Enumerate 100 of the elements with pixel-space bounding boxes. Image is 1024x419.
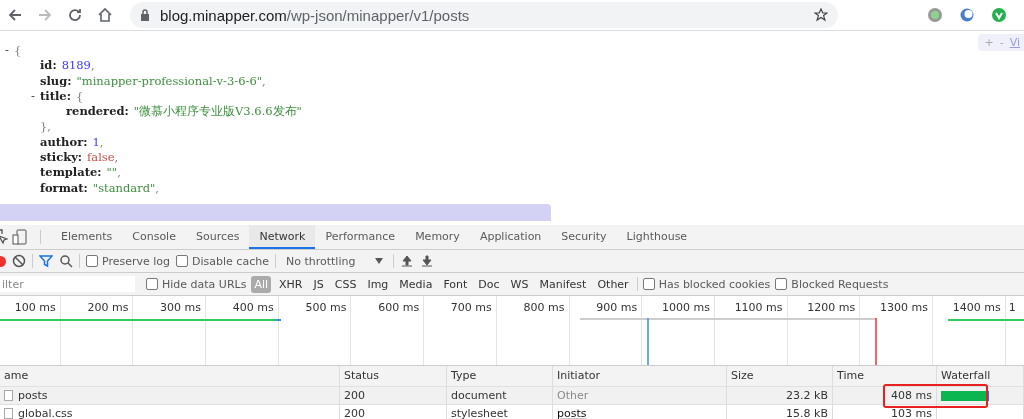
column-header[interactable]: Waterfall xyxy=(937,366,1024,386)
checkbox[interactable] xyxy=(775,278,788,290)
json-value: 8189 xyxy=(61,58,91,74)
table-cell: stylesheet xyxy=(447,405,553,419)
devtools-tab[interactable]: Console xyxy=(122,225,186,249)
type-filter-button[interactable]: Font xyxy=(440,275,471,293)
time-tick-label: 600 ms xyxy=(351,296,425,365)
type-filter-button[interactable]: Manifest xyxy=(536,275,590,293)
address-bar[interactable]: blog.minapper.com/wp-json/minapper/v1/posts xyxy=(130,2,838,28)
hide-data-urls-checkbox[interactable]: Hide data URLs xyxy=(146,277,247,291)
reload-icon[interactable] xyxy=(67,7,83,23)
column-header[interactable]: Size xyxy=(727,366,833,386)
json-comma: , xyxy=(155,180,159,196)
type-filter-button[interactable]: CSS xyxy=(331,275,360,293)
devtools-tab[interactable]: Sources xyxy=(185,225,250,249)
json-comma: , xyxy=(90,58,95,74)
type-filter-button[interactable]: WS xyxy=(507,275,532,293)
json-comma: , xyxy=(117,165,121,181)
type-filter-button[interactable]: Img xyxy=(364,275,392,293)
device-icon[interactable] xyxy=(12,229,28,245)
json-key: title: xyxy=(40,88,71,105)
checkbox[interactable] xyxy=(642,278,655,290)
time-tick-label: 1300 ms xyxy=(860,296,933,365)
home-icon[interactable] xyxy=(97,7,113,23)
extension-icon[interactable] xyxy=(960,8,974,22)
lock-icon xyxy=(140,9,150,21)
json-key: template: xyxy=(40,165,102,181)
json-comma: , xyxy=(262,73,266,89)
type-filter-button[interactable]: XHR xyxy=(276,275,306,293)
time-tick-label: 1400 ms xyxy=(932,296,1006,365)
devtools-tab[interactable]: Security xyxy=(551,225,617,249)
json-value: "standard" xyxy=(92,180,156,196)
column-header[interactable]: Type xyxy=(447,366,553,386)
devtools-tab[interactable]: Application xyxy=(469,225,552,249)
table-cell: 103 ms xyxy=(833,405,937,419)
json-value: "微慕小程序专业版V3.6.6发布" xyxy=(133,104,302,120)
request-name-cell[interactable]: posts xyxy=(0,387,340,404)
table-cell: 200 xyxy=(340,387,447,404)
table-cell: Other xyxy=(553,387,727,404)
download-icon[interactable] xyxy=(420,254,435,268)
checkbox[interactable] xyxy=(176,255,189,267)
search-icon[interactable] xyxy=(59,254,73,268)
time-tick-label: 400 ms xyxy=(206,296,279,365)
json-value: 1 xyxy=(92,134,100,151)
devtools-tab[interactable]: Network xyxy=(249,225,316,249)
time-tick-label: 100 ms xyxy=(0,296,61,365)
json-key: sticky: xyxy=(40,150,83,166)
json-value: false xyxy=(87,150,115,166)
time-tick-label: 1 xyxy=(1007,300,1017,316)
type-filter-button[interactable]: Media xyxy=(396,275,436,293)
throttling-dropdown[interactable]: No throttling xyxy=(281,254,388,268)
star-icon[interactable] xyxy=(814,8,828,22)
time-tick-label: 1200 ms xyxy=(787,296,861,365)
json-key: author: xyxy=(40,134,88,151)
preserve-log-checkbox[interactable]: Preserve log xyxy=(86,254,171,268)
collapse-toggle[interactable]: - xyxy=(26,88,40,105)
extension-icon[interactable] xyxy=(928,8,942,22)
type-filter-button[interactable]: JS xyxy=(310,275,327,293)
checkbox[interactable] xyxy=(86,255,98,267)
devtools-tab[interactable]: Elements xyxy=(51,225,123,249)
blocked-cookies-checkbox[interactable]: Has blocked cookies xyxy=(642,277,771,291)
filter-icon[interactable] xyxy=(39,254,53,268)
column-header[interactable]: Initiator xyxy=(553,366,727,386)
json-key: rendered: xyxy=(66,104,129,120)
disable-cache-checkbox[interactable]: Disable cache xyxy=(176,254,269,268)
time-tick-label: 700 ms xyxy=(424,296,497,365)
json-brace: { xyxy=(75,88,84,105)
clear-icon[interactable] xyxy=(12,254,26,268)
blocked-requests-checkbox[interactable]: Blocked Requests xyxy=(775,277,889,291)
table-cell: 23.2 kB xyxy=(727,387,833,404)
json-value: "" xyxy=(106,165,118,181)
type-filter-button[interactable]: Doc xyxy=(475,275,503,293)
upload-icon[interactable] xyxy=(400,254,415,268)
time-tick-label: 1100 ms xyxy=(714,296,788,365)
filter-input[interactable]: ilter xyxy=(0,276,135,292)
table-cell: posts xyxy=(553,405,727,419)
devtools-tab[interactable]: Lighthouse xyxy=(616,225,698,249)
time-tick-label: 800 ms xyxy=(496,296,570,365)
json-brace: { xyxy=(14,43,22,59)
devtools-tab[interactable]: Memory xyxy=(405,225,470,249)
column-header[interactable]: Status xyxy=(340,366,447,386)
column-header[interactable]: Time xyxy=(833,366,937,386)
json-key: id: xyxy=(40,58,57,74)
table-cell: 15.8 kB xyxy=(727,405,833,419)
devtools-tab[interactable]: Performance xyxy=(315,225,406,249)
request-name-cell[interactable]: global.css xyxy=(0,405,340,419)
table-cell: document xyxy=(447,387,553,404)
column-header[interactable]: ame xyxy=(0,366,340,386)
time-tick-label: 300 ms xyxy=(133,296,207,365)
json-key: slug: xyxy=(40,73,72,89)
type-filter-button[interactable]: Other xyxy=(594,275,632,293)
caret-icon xyxy=(375,258,384,264)
table-cell: 408 ms xyxy=(833,387,937,404)
time-tick-label: 200 ms xyxy=(60,296,134,365)
time-tick-label: 900 ms xyxy=(569,296,643,365)
back-icon[interactable] xyxy=(7,7,23,23)
checkbox[interactable] xyxy=(146,278,158,290)
extension-icon[interactable] xyxy=(992,8,1006,22)
collapse-toggle[interactable]: - xyxy=(0,43,14,59)
waterfall-bar xyxy=(941,390,989,401)
